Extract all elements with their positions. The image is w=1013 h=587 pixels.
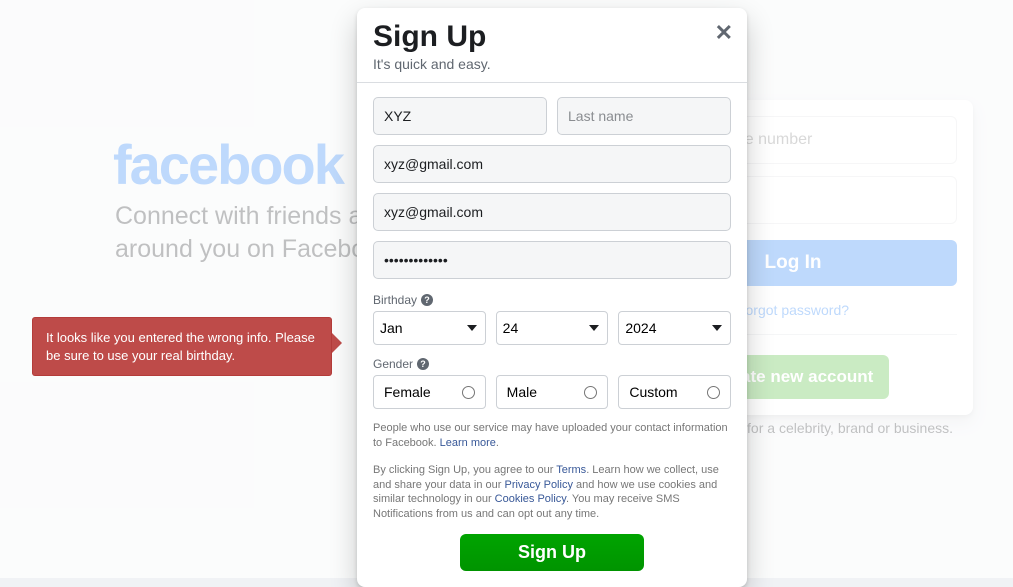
gender-female-option[interactable]: Female	[373, 375, 486, 409]
modal-header: Sign Up It's quick and easy. ✕	[357, 8, 747, 83]
upload-disclosure: People who use our service may have uplo…	[373, 421, 731, 451]
email-input[interactable]	[373, 145, 731, 183]
password-input[interactable]	[373, 241, 731, 279]
gender-custom-option[interactable]: Custom	[618, 375, 731, 409]
terms-link[interactable]: Terms	[556, 464, 586, 476]
gender-female-radio[interactable]	[462, 386, 475, 399]
birthday-error-tooltip: It looks like you entered the wrong info…	[32, 317, 332, 376]
help-icon[interactable]: ?	[421, 294, 433, 306]
modal-body: Birthday ? Jan 24 2024 Gender ? Female M…	[357, 83, 747, 587]
signup-button[interactable]: Sign Up	[460, 534, 644, 571]
birthday-label: Birthday ?	[373, 293, 731, 307]
birth-year-select[interactable]: 2024	[618, 311, 731, 345]
gender-male-radio[interactable]	[584, 386, 597, 399]
terms-disclosure: By clicking Sign Up, you agree to our Te…	[373, 463, 731, 522]
birth-month-select[interactable]: Jan	[373, 311, 486, 345]
last-name-input[interactable]	[557, 97, 731, 135]
gender-label: Gender ?	[373, 357, 731, 371]
privacy-link[interactable]: Privacy Policy	[504, 479, 572, 491]
learn-more-link[interactable]: Learn more	[440, 437, 496, 449]
first-name-input[interactable]	[373, 97, 547, 135]
email-confirm-input[interactable]	[373, 193, 731, 231]
help-icon[interactable]: ?	[417, 358, 429, 370]
gender-custom-radio[interactable]	[707, 386, 720, 399]
birth-day-select[interactable]: 24	[496, 311, 609, 345]
gender-male-option[interactable]: Male	[496, 375, 609, 409]
close-icon[interactable]: ✕	[715, 20, 733, 46]
signup-modal: Sign Up It's quick and easy. ✕ Birthday …	[357, 8, 747, 587]
cookies-link[interactable]: Cookies Policy	[495, 493, 566, 505]
modal-subtitle: It's quick and easy.	[373, 56, 731, 72]
modal-title: Sign Up	[373, 20, 731, 54]
